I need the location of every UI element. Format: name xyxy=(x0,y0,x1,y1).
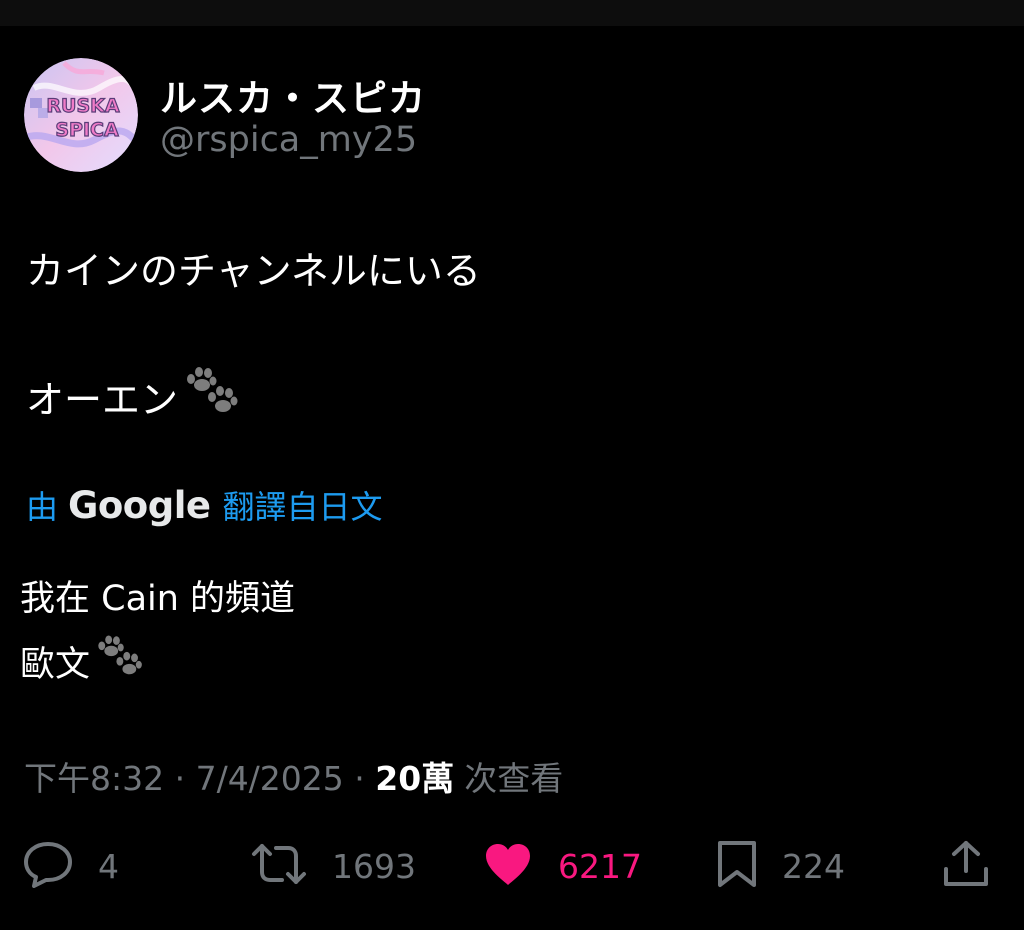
status-bar-strip xyxy=(0,0,1024,26)
translated-text-2: 歐文 xyxy=(20,645,91,685)
action-bar: 4 1693 6217 224 xyxy=(0,834,1024,898)
bookmark-count: 224 xyxy=(782,846,845,886)
post-text-line-1: カインのチャンネルにいる xyxy=(26,240,481,295)
google-logo: Google xyxy=(68,483,211,527)
reply-button[interactable]: 4 xyxy=(22,834,119,898)
user-handle[interactable]: @rspica_my25 xyxy=(160,120,417,160)
avatar[interactable]: RUSKA SPICA xyxy=(24,58,138,172)
views-label: 次查看 xyxy=(464,759,564,798)
repost-button[interactable]: 1693 xyxy=(250,834,416,898)
bookmark-button[interactable]: 224 xyxy=(716,834,845,898)
views-count: 20萬 xyxy=(375,759,455,798)
avatar-text-2: SPICA xyxy=(55,119,119,141)
display-name[interactable]: ルスカ・スピカ xyxy=(160,68,426,122)
share-icon xyxy=(942,839,990,893)
repost-count: 1693 xyxy=(332,846,416,886)
post-metadata: 下午8:32 · 7/4/2025 · 20萬 次查看 xyxy=(24,752,563,800)
translation-by-label: 由 xyxy=(26,488,59,526)
paw-prints-icon xyxy=(94,634,144,689)
share-button[interactable] xyxy=(942,834,990,898)
reply-icon xyxy=(22,840,74,892)
like-button[interactable]: 6217 xyxy=(482,834,642,898)
translation-source-label[interactable]: 翻譯自日文 xyxy=(223,482,383,528)
translated-text-line-2: 歐文 xyxy=(20,634,144,689)
translation-attribution[interactable]: 由 Google 翻譯自日文 xyxy=(26,482,383,528)
post-text-2: オーエン xyxy=(26,378,179,422)
paw-prints-icon xyxy=(182,366,240,427)
reply-count: 4 xyxy=(98,846,119,886)
post-text-line-2: オーエン xyxy=(26,366,240,427)
translated-text-line-1: 我在 Cain 的頻道 xyxy=(20,570,295,621)
avatar-image: RUSKA SPICA xyxy=(24,58,138,172)
bookmark-icon xyxy=(716,839,758,893)
heart-icon xyxy=(482,841,534,891)
like-count: 6217 xyxy=(558,846,642,886)
post-text-1: カインのチャンネルにいる xyxy=(26,249,481,293)
repost-icon xyxy=(250,842,308,890)
post-timestamp[interactable]: 下午8:32 · 7/4/2025 · xyxy=(24,752,375,800)
post: RUSKA SPICA ルスカ・スピカ @rspica_my25 カインのチャン… xyxy=(0,26,1024,930)
translated-text-1: 我在 Cain 的頻道 xyxy=(20,579,296,619)
avatar-text-1: RUSKA xyxy=(46,95,119,117)
